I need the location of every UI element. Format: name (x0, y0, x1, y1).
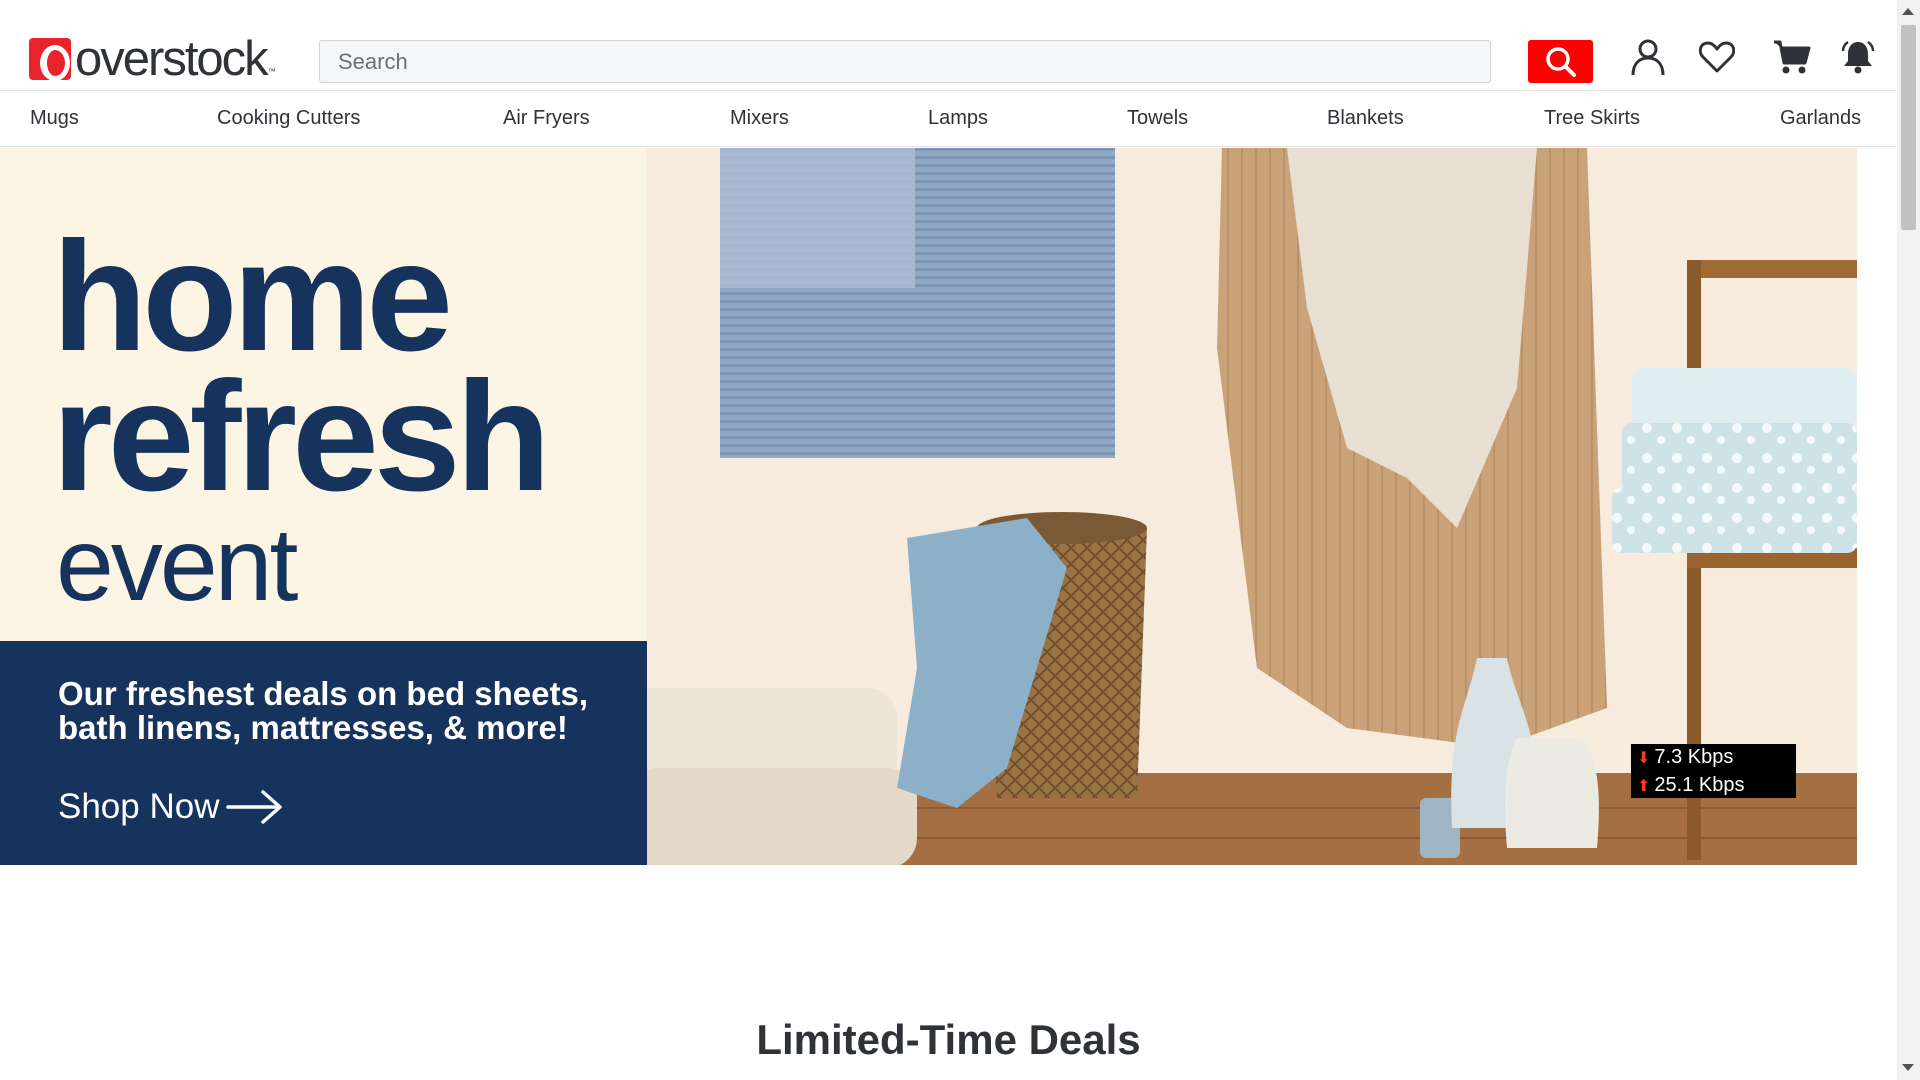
hero-headline-panel: home refresh event (0, 148, 647, 641)
category-link-lamps[interactable]: Lamps (928, 107, 988, 130)
wishlist-button[interactable] (1697, 37, 1737, 77)
scroll-up-icon[interactable] (1902, 8, 1914, 15)
logo-mark-icon (29, 38, 71, 81)
heart-icon (1699, 41, 1735, 73)
category-link-mugs[interactable]: Mugs (30, 107, 79, 130)
shop-now-link[interactable]: Shop Now (58, 787, 285, 827)
category-link-tree-skirts[interactable]: Tree Skirts (1544, 107, 1640, 130)
logo-text: overstock (75, 32, 269, 86)
hero-tagline: Our freshest deals on bed sheets, bath l… (58, 675, 588, 746)
shop-now-label: Shop Now (58, 787, 220, 826)
site-header: overstock ™ (0, 0, 1897, 90)
bell-icon (1841, 40, 1875, 74)
cart-icon (1774, 40, 1811, 74)
hero-headline-refresh: refresh (52, 350, 551, 524)
category-link-mixers[interactable]: Mixers (730, 107, 789, 130)
cart-button[interactable] (1772, 37, 1812, 77)
category-link-cooking-cutters[interactable]: Cooking Cutters (217, 107, 360, 130)
search-icon (1545, 46, 1576, 77)
overstock-logo[interactable]: overstock ™ (29, 32, 276, 86)
category-link-garlands[interactable]: Garlands (1780, 107, 1861, 130)
hero-promo-panel: Our freshest deals on bed sheets, bath l… (0, 641, 647, 865)
category-nav: Mugs Cooking Cutters Air Fryers Mixers L… (0, 90, 1897, 147)
scroll-down-icon[interactable] (1902, 1064, 1914, 1071)
section-title: Limited-Time Deals (756, 1016, 1141, 1063)
page: overstock ™ Search Mugs Cooking Cutters … (0, 0, 1897, 1080)
category-link-blankets[interactable]: Blankets (1327, 107, 1404, 130)
hero-banner[interactable]: home refresh event Our freshest deals on… (0, 148, 1857, 865)
download-speed: 7.3 Kbps (1654, 746, 1734, 768)
network-speed-overlay: ⬇ 7.3 Kbps ⬆ 25.1 Kbps (1631, 744, 1796, 798)
upload-arrow-icon: ⬆ (1637, 778, 1651, 795)
category-link-air-fryers[interactable]: Air Fryers (503, 107, 590, 130)
download-arrow-icon: ⬇ (1637, 750, 1651, 767)
arrow-right-icon (226, 790, 283, 824)
search-button[interactable] (1528, 40, 1593, 83)
logo-trademark: ™ (267, 67, 276, 76)
account-icon (1631, 39, 1665, 76)
category-link-towels[interactable]: Towels (1127, 107, 1188, 130)
upload-speed: 25.1 Kbps (1654, 774, 1745, 796)
search-input[interactable] (319, 40, 1491, 83)
page-scrollbar[interactable] (1897, 0, 1920, 1080)
scrollbar-thumb[interactable] (1901, 25, 1916, 230)
hero-headline-event: event (56, 507, 298, 623)
account-button[interactable] (1628, 37, 1668, 77)
notifications-button[interactable] (1838, 37, 1878, 77)
